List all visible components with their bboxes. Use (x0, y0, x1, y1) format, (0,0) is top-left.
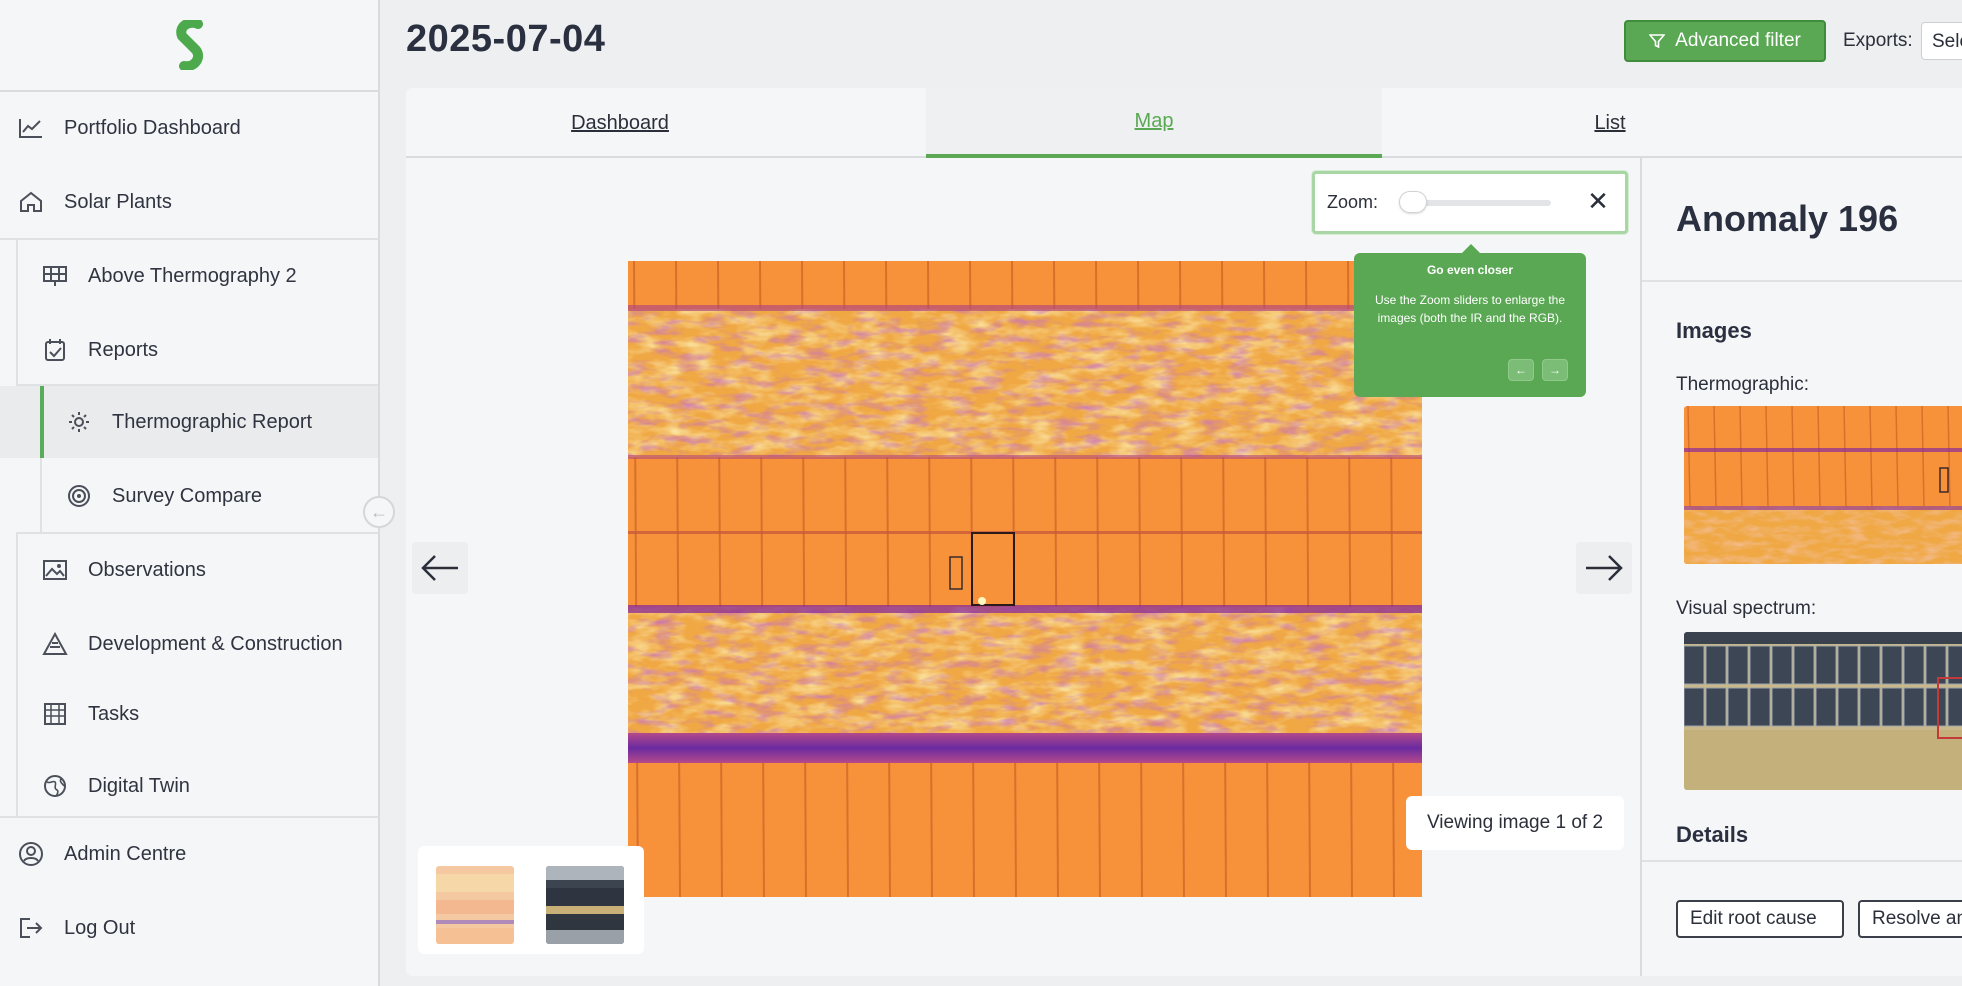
sidebar-item-label: Portfolio Dashboard (64, 116, 241, 139)
sidebar-item-label: Reports (88, 338, 159, 361)
resolve-anomaly-button[interactable]: Resolve an (1858, 900, 1962, 938)
sidebar-item-log-out[interactable]: Log Out (0, 892, 378, 964)
tooltip-next-button[interactable]: → (1542, 359, 1568, 381)
thermographic-label: Thermographic: (1676, 374, 1810, 395)
tab-map[interactable]: Map (926, 88, 1382, 158)
thermal-image (628, 261, 1422, 897)
sidebar-item-label: Tasks (88, 702, 140, 725)
panel-divider (1642, 860, 1962, 862)
chart-line-icon (16, 113, 46, 143)
arrow-left-circle-icon: ← (370, 501, 388, 522)
arrow-right-icon (1586, 555, 1623, 581)
sidebar-item-label: Digital Twin (88, 774, 190, 797)
image-icon (40, 555, 70, 585)
solar-panel-icon (40, 261, 70, 291)
collapse-sidebar-button[interactable]: ← (363, 496, 395, 528)
sidebar-item-label: Thermographic Report (112, 410, 313, 433)
sidebar-item-digital-twin[interactable]: Digital Twin (0, 750, 378, 822)
home-icon (16, 187, 46, 217)
sidebar-item-observations[interactable]: Observations (0, 534, 378, 606)
view-tabs: Dashboard Map List (406, 88, 1962, 158)
next-image-button[interactable] (1576, 542, 1632, 594)
sidebar-item-label: Above Thermography 2 (88, 264, 297, 287)
sidebar-item-label: Observations (88, 558, 206, 581)
details-heading: Details (1676, 822, 1749, 847)
active-indicator (40, 386, 44, 458)
exports-select[interactable]: Sele (1921, 22, 1962, 60)
tab-dashboard[interactable]: Dashboard (406, 88, 834, 158)
exports-label: Exports: (1843, 30, 1913, 51)
previous-image-button[interactable] (412, 542, 468, 594)
arrow-left-icon: ← (1515, 363, 1527, 377)
arrow-right-icon: → (1549, 363, 1561, 377)
zoom-control: Zoom: ✕ (1312, 171, 1628, 234)
advanced-filter-label: Advanced filter (1675, 30, 1801, 51)
visual-spectrum-preview[interactable] (1684, 632, 1962, 790)
calendar-check-icon (40, 335, 70, 365)
sidebar-item-label: Log Out (64, 916, 136, 939)
gear-icon (64, 407, 94, 437)
sidebar-item-thermographic-report[interactable]: Thermographic Report (0, 386, 378, 458)
logo[interactable] (0, 0, 380, 92)
arrow-left-icon (421, 555, 458, 581)
table-icon (40, 699, 70, 729)
thumbnail-visual[interactable] (546, 866, 624, 944)
tooltip-title: Go even closer (1426, 263, 1514, 277)
panel-divider (1642, 280, 1962, 282)
sidebar-item-label: Admin Centre (64, 842, 187, 865)
sidebar-item-label: Survey Compare (112, 484, 263, 507)
advanced-filter-button[interactable]: Advanced filter (1624, 20, 1826, 62)
sidebar-item-reports[interactable]: Reports (0, 314, 378, 386)
filter-icon (1649, 34, 1666, 49)
sidebar-item-admin-centre[interactable]: Admin Centre (0, 818, 378, 890)
onboarding-tooltip: Go even closer Use the Zoom sliders to e… (1354, 244, 1586, 397)
sidebar-item-label: Development & Construction (88, 632, 343, 655)
thumbnail-thermal[interactable] (436, 866, 514, 944)
sidebar-item-survey-compare[interactable]: Survey Compare (0, 460, 378, 532)
tab-list[interactable]: List (1406, 88, 1814, 158)
sidebar-item-solar-plants[interactable]: Solar Plants (0, 166, 378, 238)
sidebar-item-label: Solar Plants (64, 190, 172, 213)
target-icon (64, 481, 94, 511)
sidebar-item-development-construction[interactable]: Development & Construction (0, 608, 378, 680)
globe-icon (40, 771, 70, 801)
logout-icon (16, 913, 46, 943)
sidebar-item-tasks[interactable]: Tasks (0, 678, 378, 750)
page-title: 2025-07-04 (406, 18, 606, 60)
construction-icon (40, 629, 70, 659)
tooltip-prev-button[interactable]: ← (1508, 359, 1534, 381)
image-counter: Viewing image 1 of 2 (1406, 796, 1624, 850)
visual-spectrum-label: Visual spectrum: (1676, 598, 1817, 619)
thumbnail-strip (418, 846, 644, 954)
user-circle-icon (16, 839, 46, 869)
logo-icon (176, 20, 204, 70)
zoom-label: Zoom: (1327, 192, 1379, 212)
anomaly-title: Anomaly 196 (1676, 198, 1899, 239)
images-heading: Images (1676, 318, 1752, 343)
sidebar-item-portfolio-dashboard[interactable]: Portfolio Dashboard (0, 92, 378, 164)
thermographic-preview[interactable] (1684, 406, 1962, 564)
close-zoom-button[interactable]: ✕ (1583, 186, 1613, 216)
close-icon: ✕ (1587, 185, 1609, 216)
edit-root-cause-button[interactable]: Edit root cause (1676, 900, 1844, 938)
zoom-slider-handle[interactable] (1399, 191, 1427, 213)
sidebar-item-above-thermography-2[interactable]: Above Thermography 2 (0, 240, 378, 312)
tooltip-body: Use the Zoom sliders to enlarge the imag… (1374, 293, 1566, 325)
